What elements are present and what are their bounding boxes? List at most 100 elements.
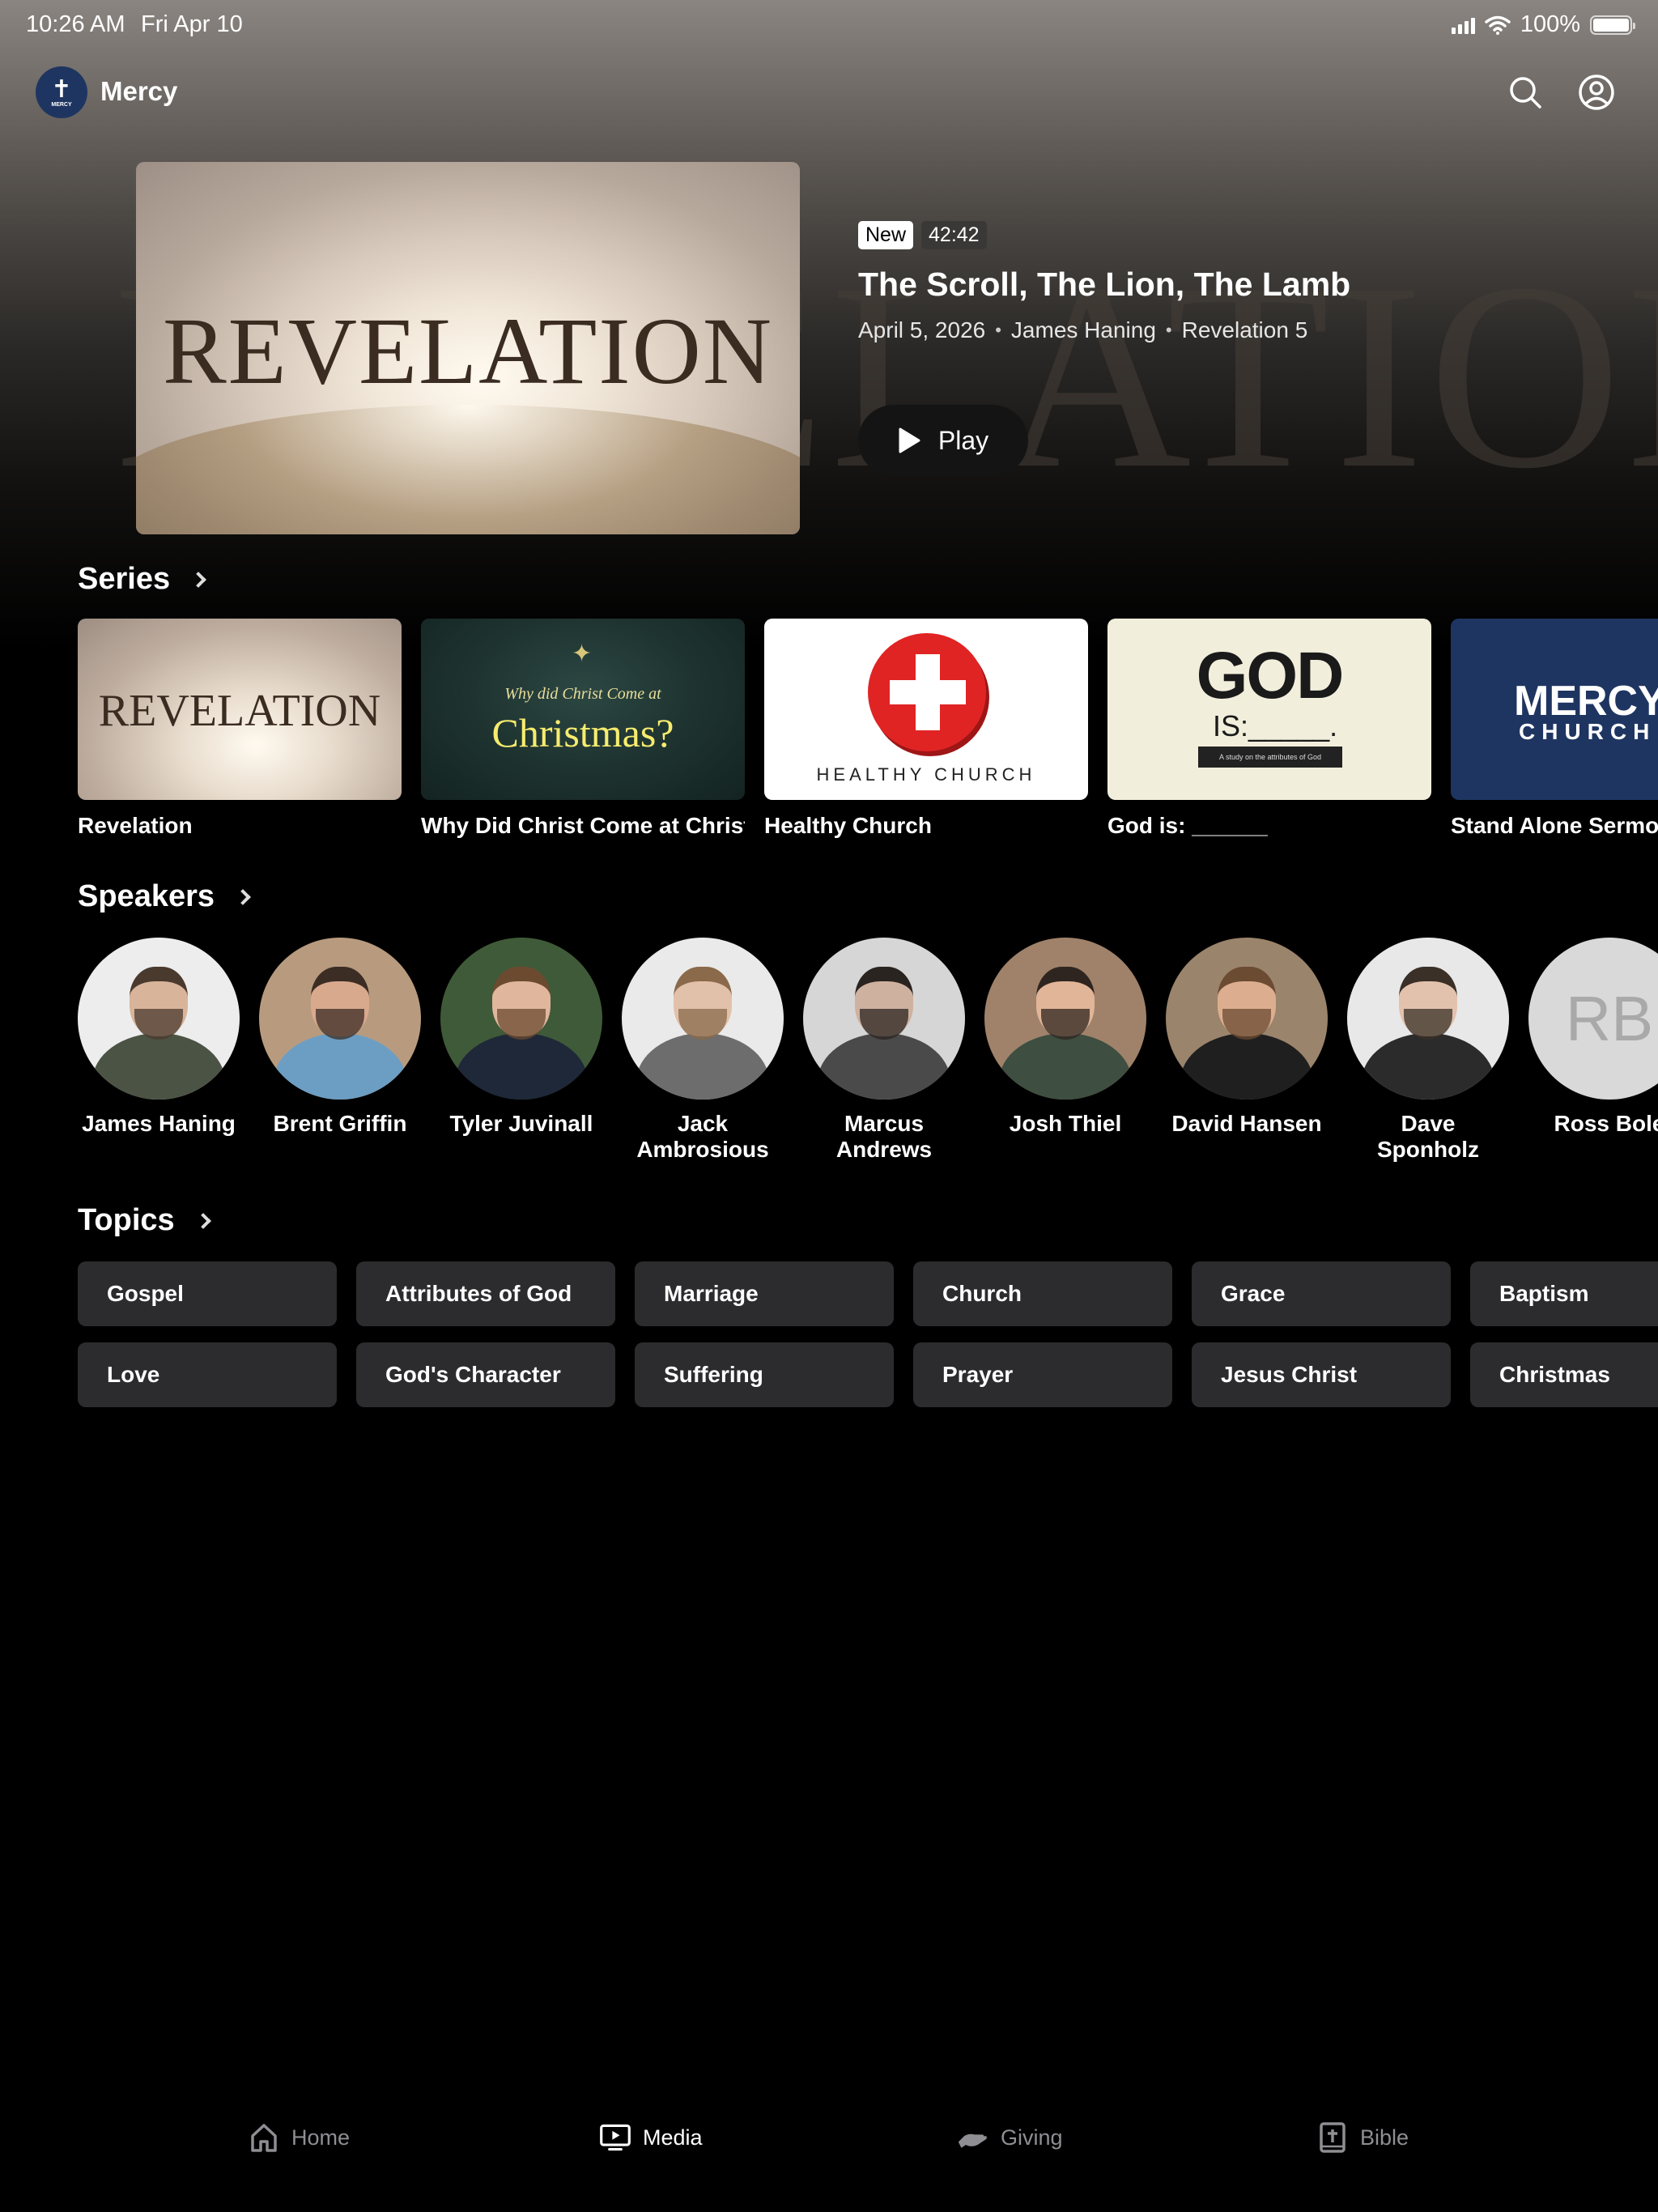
series-name: Healthy Church (764, 813, 932, 838)
topics-title: Topics (78, 1203, 175, 1237)
account-icon[interactable] (1577, 73, 1616, 112)
duration-badge: 42:42 (921, 221, 987, 249)
series-header[interactable]: Series (78, 562, 206, 597)
topic-chip[interactable]: Jesus Christ (1192, 1342, 1451, 1407)
tab-bible[interactable]: Bible (1316, 2121, 1409, 2154)
topics-header[interactable]: Topics (78, 1203, 211, 1238)
speakers-title: Speakers (78, 879, 215, 913)
series-item[interactable]: REVELATION Revelation (78, 619, 402, 839)
topic-chip[interactable]: Prayer (913, 1342, 1172, 1407)
series-name: Stand Alone Sermons (1451, 813, 1658, 838)
avatar (259, 938, 421, 1100)
hero-meta: April 5, 2026 • James Haning • Revelatio… (858, 317, 1308, 342)
series-title: Series (78, 562, 171, 596)
topic-chip[interactable]: Baptism (1470, 1261, 1658, 1326)
series-artwork: GOD IS:_____. A study on the attributes … (1107, 619, 1431, 800)
avatar (78, 938, 240, 1100)
speaker-item[interactable]: RB Ross Bole (1528, 938, 1658, 1163)
hero-scripture: Revelation 5 (1181, 317, 1308, 342)
battery-icon (1590, 15, 1635, 35)
series-artwork: ✦ Why did Christ Come at Christmas? (421, 619, 745, 800)
topic-chip[interactable]: Love (78, 1342, 337, 1407)
series-item[interactable]: HEALTHY CHURCH Healthy Church (764, 619, 1088, 839)
speaker-name: Tyler Juvinall (449, 1111, 593, 1136)
speakers-carousel[interactable]: James Haning Brent Griffin Tyler Juvinall J… (78, 938, 1658, 1163)
topic-chip[interactable]: Christmas (1470, 1342, 1658, 1407)
church-logo[interactable]: ✝ MERCY (36, 66, 87, 118)
star-icon: ✦ (572, 640, 593, 667)
speaker-name: Ross Bole (1554, 1111, 1658, 1136)
play-icon (899, 428, 920, 453)
speakers-header[interactable]: Speakers (78, 879, 251, 914)
series-item[interactable]: MERCY CHURCH Stand Alone Sermons (1451, 619, 1658, 839)
speaker-name: Brent Griffin (273, 1111, 407, 1136)
speaker-item[interactable]: David Hansen (1166, 938, 1328, 1163)
series-artwork: MERCY CHURCH (1451, 619, 1658, 800)
tab-media[interactable]: Media (599, 2121, 703, 2154)
cellular-signal-icon (1451, 16, 1475, 34)
battery-percent: 100% (1520, 11, 1580, 37)
avatar (1166, 938, 1328, 1100)
play-rectangle-icon (600, 2124, 631, 2151)
speaker-item[interactable]: James Haning (78, 938, 240, 1163)
hero-artwork[interactable]: REVELATION (136, 162, 800, 534)
status-bar: 10:26 AM Fri Apr 10 100% (0, 0, 1658, 52)
speaker-item[interactable]: Dave Sponholz (1347, 938, 1509, 1163)
speaker-item[interactable]: Brent Griffin (259, 938, 421, 1163)
new-badge: New (858, 221, 914, 249)
speaker-item[interactable]: Josh Thiel (984, 938, 1146, 1163)
avatar: RB (1528, 938, 1658, 1100)
tab-giving[interactable]: Giving (957, 2121, 1063, 2154)
speaker-name: Jack Ambrosious (636, 1111, 769, 1162)
series-name: God is: ______ (1107, 813, 1268, 838)
bible-icon (1320, 2122, 1346, 2153)
series-item[interactable]: GOD IS:_____. A study on the attributes … (1107, 619, 1431, 839)
avatar (1347, 938, 1509, 1100)
tab-home[interactable]: Home (248, 2121, 350, 2154)
avatar (984, 938, 1146, 1100)
series-item[interactable]: ✦ Why did Christ Come at Christmas? Why … (421, 619, 745, 839)
cross-icon: ✝ (51, 75, 72, 103)
topic-chip[interactable]: Gospel (78, 1261, 337, 1326)
app-title: Mercy (100, 76, 178, 106)
chevron-right-icon (194, 1212, 211, 1229)
series-artwork: HEALTHY CHURCH (764, 619, 1088, 800)
hero-artwork-title: REVELATION (162, 298, 774, 404)
play-button[interactable]: Play (858, 405, 1028, 476)
topic-chip[interactable]: God's Character (356, 1342, 615, 1407)
media-screen: { "status_bar": { "time": "10:26 AM", "d… (0, 0, 1658, 2212)
wifi-icon (1485, 15, 1511, 35)
speaker-item[interactable]: Tyler Juvinall (440, 938, 602, 1163)
status-date: Fri Apr 10 (141, 11, 243, 37)
tab-bar (0, 2099, 1658, 2212)
chevron-right-icon (235, 888, 251, 905)
avatar (440, 938, 602, 1100)
topic-chip[interactable]: Church (913, 1261, 1172, 1326)
search-icon[interactable] (1506, 73, 1545, 112)
avatar (803, 938, 965, 1100)
speaker-name: David Hansen (1171, 1111, 1322, 1136)
topic-chip[interactable]: Suffering (635, 1342, 894, 1407)
speaker-name: Dave Sponholz (1377, 1111, 1479, 1162)
series-name: Why Did Christ Come at Christmas? (421, 813, 745, 838)
speaker-item[interactable]: Marcus Andrews (803, 938, 965, 1163)
hero-date: April 5, 2026 (858, 317, 986, 342)
hero-sermon-title[interactable]: The Scroll, The Lion, The Lamb (858, 266, 1350, 304)
speaker-item[interactable]: Jack Ambrosious (622, 938, 784, 1163)
play-label: Play (937, 425, 989, 455)
house-icon (251, 2124, 277, 2152)
hero-speaker: James Haning (1010, 317, 1156, 342)
hand-icon (958, 2133, 987, 2148)
speaker-name: Josh Thiel (1009, 1111, 1122, 1136)
speaker-name: Marcus Andrews (835, 1111, 933, 1162)
topic-chip[interactable]: Marriage (635, 1261, 894, 1326)
chevron-right-icon (190, 571, 206, 588)
series-name: Revelation (78, 813, 193, 838)
series-artwork: REVELATION (78, 619, 402, 800)
status-time: 10:26 AM (26, 11, 125, 37)
topic-chip[interactable]: Grace (1192, 1261, 1451, 1326)
speaker-name: James Haning (82, 1111, 236, 1136)
topic-chip[interactable]: Attributes of God (356, 1261, 615, 1326)
series-carousel[interactable]: REVELATION Revelation ✦ Why did Christ C… (78, 619, 1658, 839)
topics-grid: Gospel Attributes of God Marriage Church Gra… (78, 1261, 1658, 1407)
